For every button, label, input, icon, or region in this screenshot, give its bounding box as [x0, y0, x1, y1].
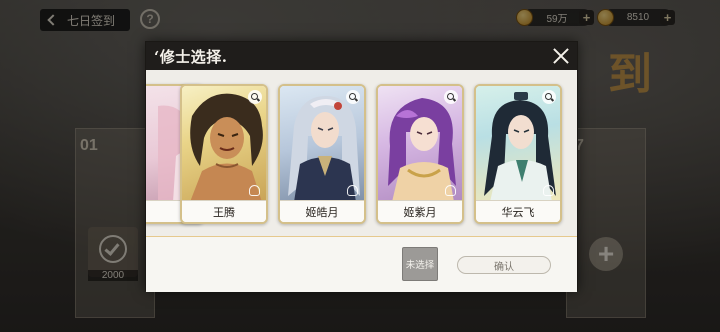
zoom-icon[interactable] — [346, 90, 360, 104]
zoom-icon[interactable] — [444, 90, 458, 104]
dialog-title: ‘修士选择. — [154, 48, 228, 66]
zoom-icon[interactable] — [248, 90, 262, 104]
element-badge-icon — [249, 185, 260, 196]
confirm-button[interactable]: 确认 — [457, 256, 551, 274]
close-icon[interactable] — [551, 46, 571, 66]
character-name: 华云飞 — [476, 200, 560, 222]
character-name: 姬紫月 — [378, 200, 462, 222]
character-card-ji-ziyue[interactable]: 姬紫月 — [376, 84, 464, 224]
no-selection-slot[interactable]: 未选择 — [402, 247, 438, 281]
character-card-wang-teng[interactable]: 王腾 — [180, 84, 268, 224]
element-badge-icon — [543, 185, 554, 196]
element-badge-icon — [347, 185, 358, 196]
dialog-header: ‘修士选择. — [146, 42, 577, 70]
character-card-hua-yunfei[interactable]: 华云飞 — [474, 84, 562, 224]
element-badge-icon — [445, 185, 456, 196]
zoom-icon[interactable] — [542, 90, 556, 104]
character-card-ji-haoyue[interactable]: 姬皓月 — [278, 84, 366, 224]
cultivator-select-dialog: ‘修士选择. 王腾 姬皓月 姬紫月 华云飞 未选择 确认 — [145, 41, 578, 292]
character-name: 姬皓月 — [280, 200, 364, 222]
character-name: 王腾 — [182, 200, 266, 222]
dialog-footer: 未选择 确认 — [146, 236, 577, 292]
card-carousel[interactable]: 王腾 姬皓月 姬紫月 华云飞 — [146, 70, 577, 236]
